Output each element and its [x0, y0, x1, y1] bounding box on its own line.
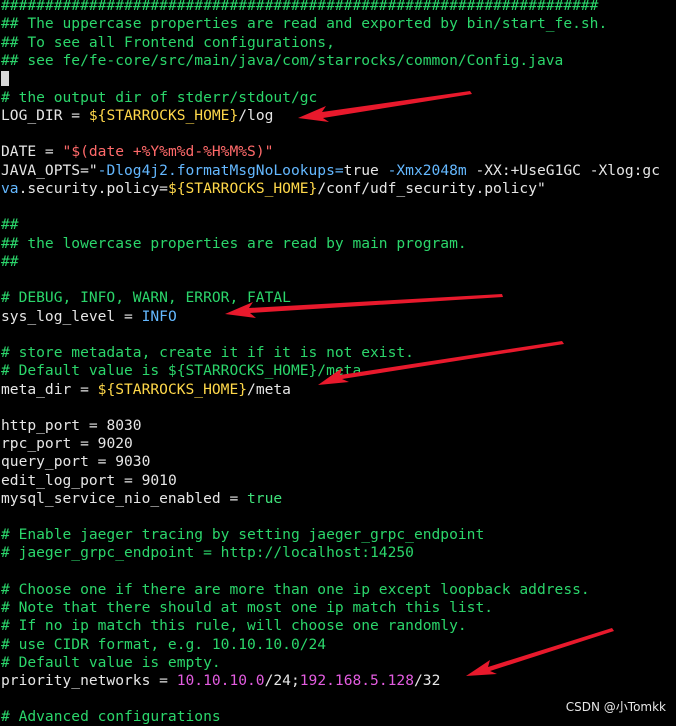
terminal-editor[interactable]: ########################################… — [0, 0, 676, 725]
java-opts-option-2: -Xmx2048m — [378, 162, 467, 179]
priority-comment-3: # If no ip match this rule, will choose … — [1, 617, 467, 634]
lower-comment-1: ## — [1, 216, 19, 233]
log-dir-key: LOG_DIR = — [1, 107, 89, 124]
header-comment-3: ## see fe/fe-core/src/main/java/com/star… — [1, 52, 564, 69]
log-dir-suffix: /log — [238, 107, 274, 124]
edit-log-port-line: edit_log_port = 9010 — [1, 472, 177, 490]
mysql-nio-value: true — [247, 490, 283, 507]
lower-comment-3: ## — [1, 253, 19, 270]
query-port-key: query_port = — [1, 453, 116, 470]
java-opts-line: JAVA_OPTS="-Dlog4j2.formatMsgNoLookups=t… — [1, 162, 660, 180]
sys-log-line: sys_log_level = INFO — [1, 308, 177, 326]
log-dir-var: ${STARROCKS_HOME} — [88, 107, 239, 124]
csdn-watermark: CSDN @小Tomkk — [565, 700, 666, 714]
priority-networks-line: priority_networks = 10.10.10.0/24;192.16… — [1, 672, 440, 690]
meta-dir-suffix: /meta — [247, 381, 291, 398]
priority-mask-1: /24; — [264, 672, 300, 689]
java-opts-wrap: va — [1, 180, 19, 197]
sys-log-key: sys_log_level = — [1, 308, 142, 325]
mysql-nio-key: mysql_service_nio_enabled = — [1, 490, 248, 507]
http-port-line: http_port = 8030 — [1, 417, 142, 435]
query-port-value: 9030 — [115, 453, 151, 470]
priority-comment-1: # Choose one if there are more than one … — [1, 581, 590, 598]
meta-comment-2: # Default value is ${STARROCKS_HOME}/met… — [1, 362, 362, 379]
http-port-value: 8030 — [106, 417, 142, 434]
sys-log-comment: # DEBUG, INFO, WARN, ERROR, FATAL — [1, 289, 291, 306]
text-cursor — [1, 71, 9, 86]
date-key: DATE = — [1, 143, 63, 160]
meta-dir-line: meta_dir = ${STARROCKS_HOME}/meta — [1, 381, 291, 399]
priority-comment-2: # Note that there should at most one ip … — [1, 599, 494, 616]
http-port-key: http_port = — [1, 417, 107, 434]
priority-mask-2: /32 — [414, 672, 441, 689]
log-dir-line: LOG_DIR = ${STARROCKS_HOME}/log — [1, 107, 273, 125]
header-comment-1: ## The uppercase properties are read and… — [1, 15, 608, 32]
lower-comment-2: ## the lowercase properties are read by … — [1, 235, 467, 252]
edit-log-port-key: edit_log_port = — [1, 472, 142, 489]
rpc-port-value: 9020 — [97, 435, 133, 452]
java-opts-key: JAVA_OPTS=" — [1, 162, 98, 179]
priority-networks-key: priority_networks = — [1, 672, 177, 689]
jaeger-comment-2: # jaeger_grpc_endpoint = http://localhos… — [1, 544, 414, 561]
java-opts-option-3: -XX:+UseG1GC -Xlog:gc — [466, 162, 660, 179]
priority-comment-5: # Default value is empty. — [1, 654, 221, 671]
java-opts-option-1: -Dlog4j2.formatMsgNoLookups= — [97, 162, 344, 179]
java-opts-var: ${STARROCKS_HOME} — [167, 180, 318, 197]
java-opts-wrap-line: va.security.policy=${STARROCKS_HOME}/con… — [1, 180, 546, 198]
header-hash-line: ########################################… — [1, 0, 599, 14]
sys-log-value: INFO — [141, 308, 177, 325]
log-dir-comment: # the output dir of stderr/stdout/gc — [1, 89, 318, 106]
priority-ip-1: 10.10.10.0 — [176, 672, 265, 689]
jaeger-comment-1: # Enable jaeger tracing by setting jaege… — [1, 526, 485, 543]
rpc-port-key: rpc_port = — [1, 435, 98, 452]
query-port-line: query_port = 9030 — [1, 453, 150, 471]
meta-dir-var: ${STARROCKS_HOME} — [97, 381, 248, 398]
meta-comment-1: # store metadata, create it if it is not… — [1, 344, 414, 361]
java-opts-option-4: .security.policy= — [18, 180, 168, 197]
mysql-nio-line: mysql_service_nio_enabled = true — [1, 490, 282, 508]
header-comment-2: ## To see all Frontend configurations, — [1, 34, 335, 51]
cursor-line — [1, 71, 9, 89]
date-line: DATE = "$(date +%Y%m%d-%H%M%S)" — [1, 143, 273, 161]
advanced-comment: # Advanced configurations — [1, 708, 221, 725]
date-quote-open: " — [62, 143, 72, 160]
edit-log-port-value: 9010 — [141, 472, 177, 489]
java-opts-true: true — [343, 162, 379, 179]
priority-comment-4: # use CIDR format, e.g. 10.10.10.0/24 — [1, 636, 327, 653]
rpc-port-line: rpc_port = 9020 — [1, 435, 133, 453]
date-expr: $(date +%Y%m%d-%H%M%S) — [71, 143, 265, 160]
priority-ip-2: 192.168.5.128 — [299, 672, 414, 689]
date-quote-close: " — [264, 143, 274, 160]
meta-dir-key: meta_dir = — [1, 381, 98, 398]
java-opts-option-5: /conf/udf_security.policy" — [317, 180, 546, 197]
